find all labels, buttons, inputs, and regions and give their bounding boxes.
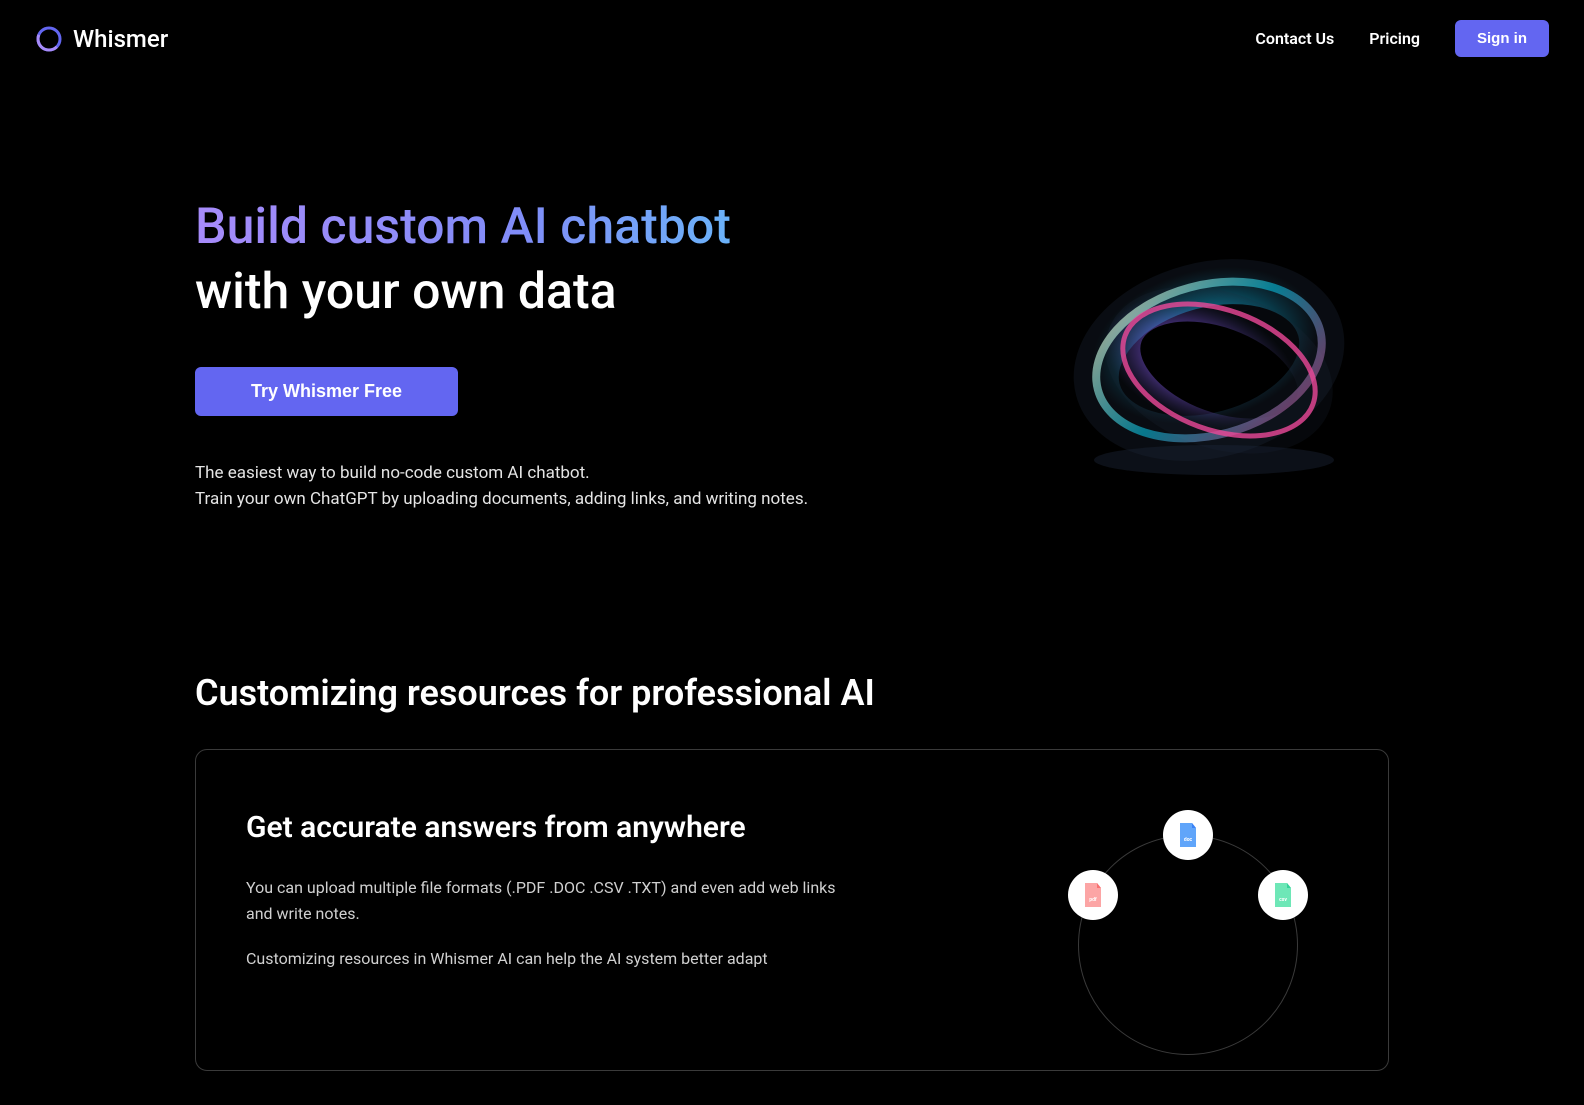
hero-title-gradient: Build custom AI chatbot xyxy=(195,197,835,257)
card-text-1: You can upload multiple file formats (.P… xyxy=(246,875,847,926)
orbit-circle-icon xyxy=(1078,835,1298,1055)
hero-title-white: with your own data xyxy=(195,262,835,322)
header: Whismer Contact Us Pricing Sign in xyxy=(0,0,1584,77)
torus-graphic-icon xyxy=(1064,215,1364,495)
nav-contact-us[interactable]: Contact Us xyxy=(1255,29,1334,48)
hero-right xyxy=(1039,215,1389,495)
hero-description: The easiest way to build no-code custom … xyxy=(195,461,835,512)
file-csv-icon: csv xyxy=(1258,870,1308,920)
card-text-2: Customizing resources in Whismer AI can … xyxy=(246,946,847,972)
card-graphic: doc pdf csv xyxy=(1038,810,1338,1010)
file-pdf-icon: pdf xyxy=(1068,870,1118,920)
logo-text: Whismer xyxy=(73,25,168,53)
hero-description-line1: The easiest way to build no-code custom … xyxy=(195,461,835,487)
svg-text:csv: csv xyxy=(1279,897,1287,903)
logo-container[interactable]: Whismer xyxy=(35,25,168,53)
customizing-resources-section: Customizing resources for professional A… xyxy=(0,592,1584,1071)
hero-description-line2: Train your own ChatGPT by uploading docu… xyxy=(195,487,835,513)
feature-card: Get accurate answers from anywhere You c… xyxy=(195,749,1389,1071)
section2-title: Customizing resources for professional A… xyxy=(195,672,1389,714)
hero-section: Build custom AI chatbot with your own da… xyxy=(0,77,1584,592)
hero-left: Build custom AI chatbot with your own da… xyxy=(195,197,835,512)
svg-text:pdf: pdf xyxy=(1089,897,1097,903)
logo-icon xyxy=(35,25,63,53)
nav-right: Contact Us Pricing Sign in xyxy=(1255,20,1549,57)
sign-in-button[interactable]: Sign in xyxy=(1455,20,1549,57)
nav-pricing[interactable]: Pricing xyxy=(1369,29,1420,48)
try-whismer-button[interactable]: Try Whismer Free xyxy=(195,367,458,416)
card-left: Get accurate answers from anywhere You c… xyxy=(246,810,847,992)
file-doc-icon: doc xyxy=(1163,810,1213,860)
svg-text:doc: doc xyxy=(1184,837,1193,843)
card-title: Get accurate answers from anywhere xyxy=(246,810,847,845)
